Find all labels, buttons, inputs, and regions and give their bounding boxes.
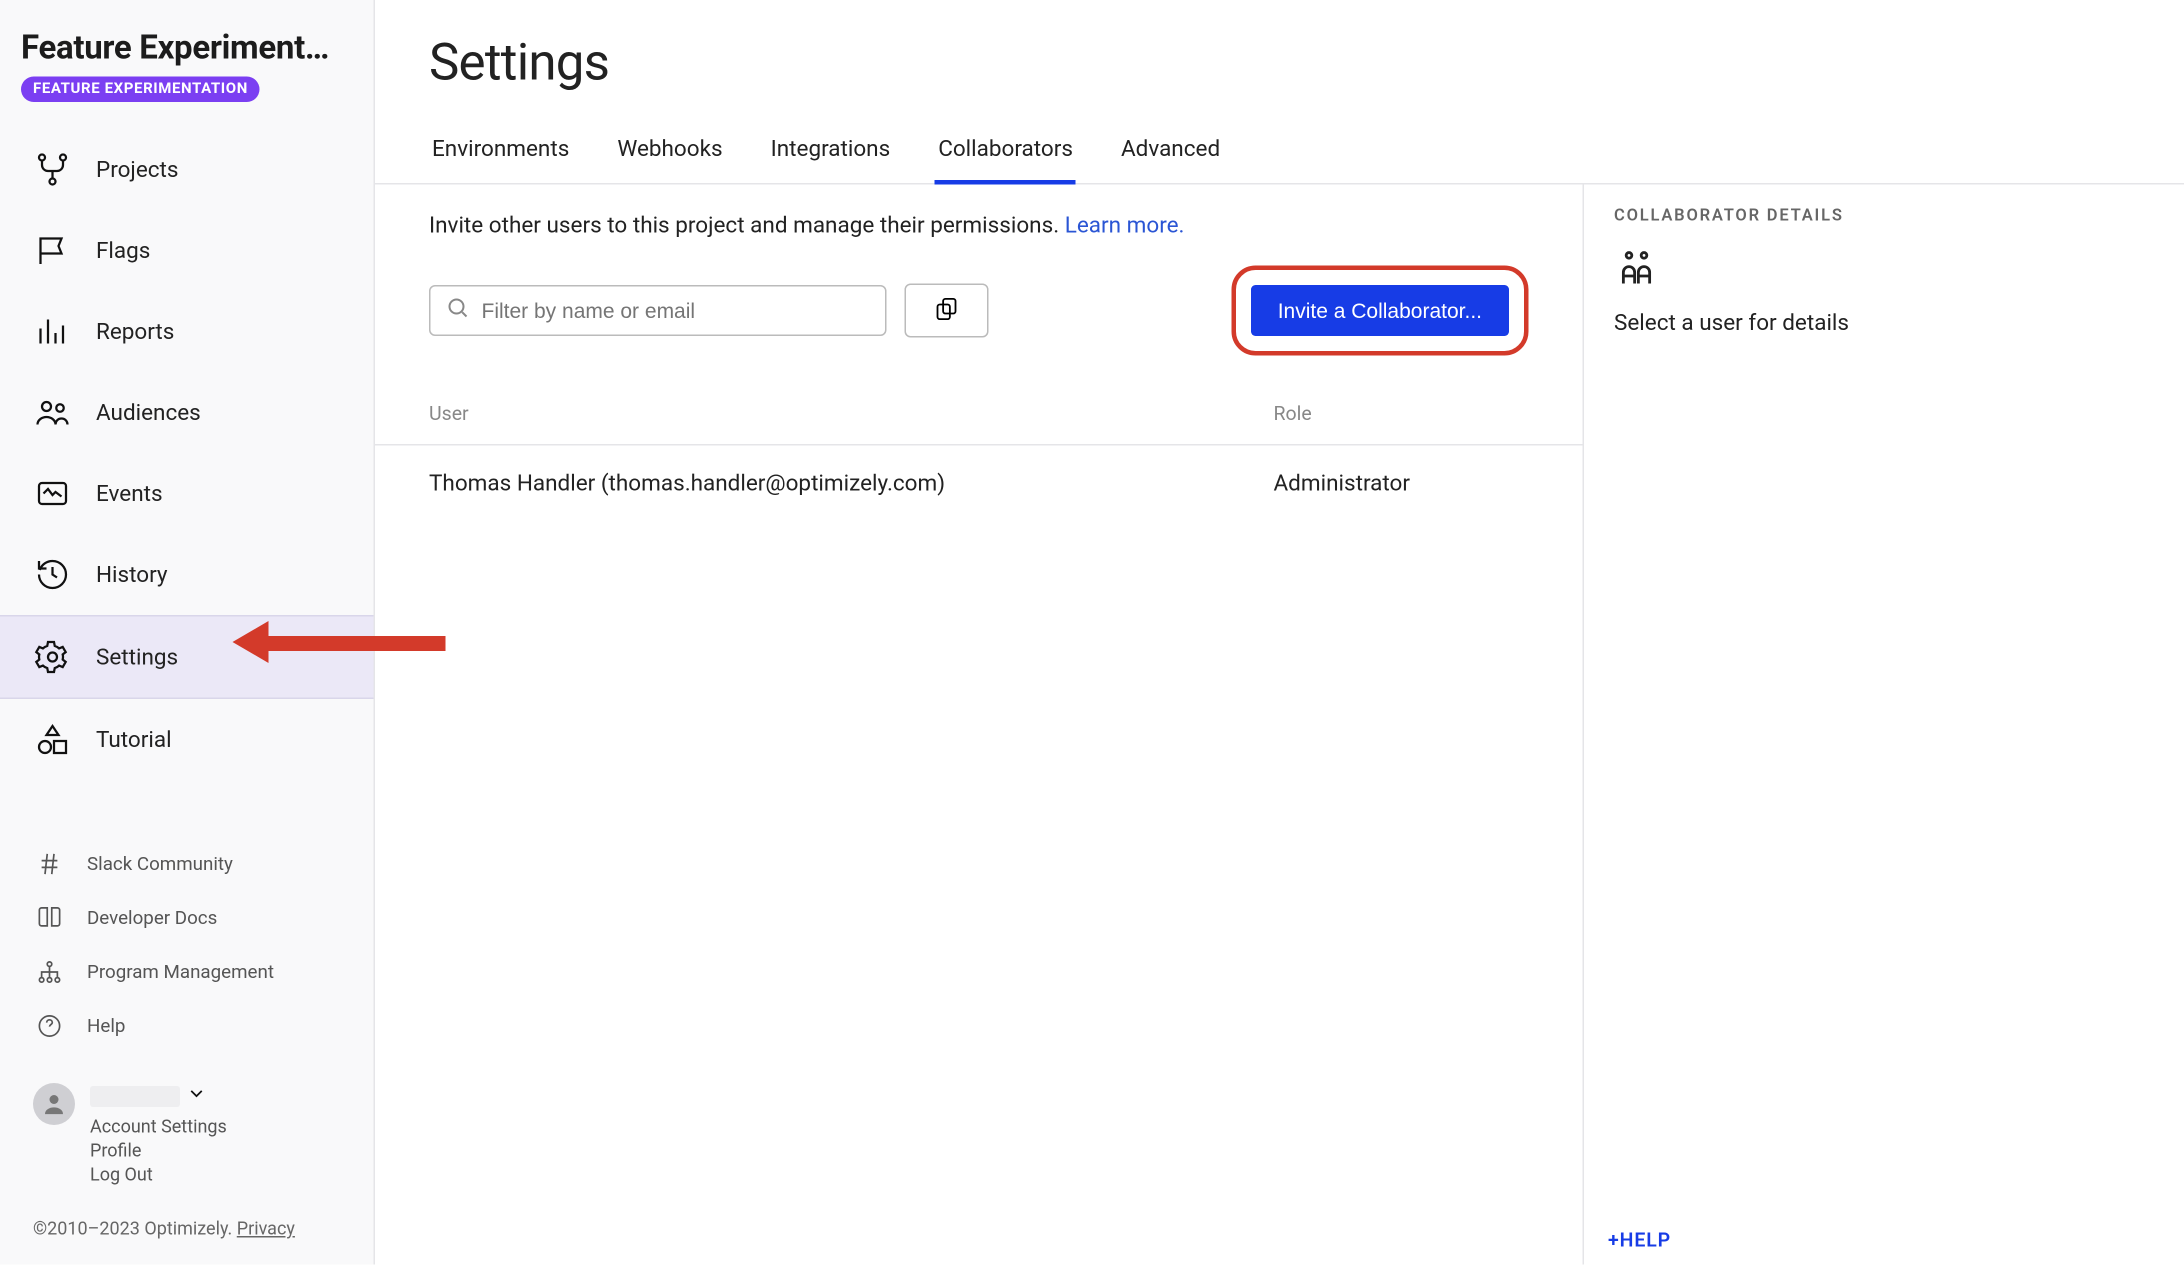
search-input-wrapper[interactable]	[429, 285, 887, 336]
bar-chart-icon	[33, 312, 72, 351]
sidebar-item-tutorial[interactable]: Tutorial	[0, 699, 374, 780]
sidebar-item-label: Events	[96, 480, 163, 507]
hash-icon	[33, 848, 66, 881]
tab-environments[interactable]: Environments	[429, 120, 572, 183]
copyright-text: ©2010–2023 Optimizely.	[33, 1218, 237, 1239]
book-icon	[33, 902, 66, 935]
search-icon	[446, 296, 470, 326]
avatar	[33, 1083, 75, 1125]
sidebar: Feature Experiment… FEATURE EXPERIMENTAT…	[0, 0, 375, 1265]
copy-button[interactable]	[905, 284, 989, 338]
tab-webhooks[interactable]: Webhooks	[614, 120, 725, 183]
learn-more-link[interactable]: Learn more.	[1065, 212, 1185, 239]
copy-icon	[933, 295, 960, 327]
settings-tabs: Environments Webhooks Integrations Colla…	[375, 120, 2184, 185]
brand-block: Feature Experiment… FEATURE EXPERIMENTAT…	[0, 21, 374, 108]
sidebar-item-label: Flags	[96, 237, 150, 264]
cell-role: Administrator	[1274, 470, 1529, 497]
collaborators-section: Invite other users to this project and m…	[375, 185, 1584, 1265]
tab-integrations[interactable]: Integrations	[768, 120, 894, 183]
profile-link[interactable]: Profile	[90, 1140, 227, 1161]
page-title: Settings	[375, 0, 2184, 120]
sidebar-link-label: Program Management	[87, 961, 274, 984]
sidebar-item-label: Tutorial	[96, 726, 172, 753]
people-icon	[1614, 246, 1659, 297]
sidebar-link-program[interactable]: Program Management	[0, 945, 374, 999]
annotation-highlight: Invite a Collaborator...	[1231, 266, 1528, 356]
product-badge: FEATURE EXPERIMENTATION	[21, 77, 260, 103]
sidebar-link-label: Developer Docs	[87, 907, 217, 930]
tab-advanced[interactable]: Advanced	[1118, 120, 1223, 183]
sidebar-item-settings[interactable]: Settings	[0, 615, 374, 699]
branches-icon	[33, 150, 72, 189]
chevron-down-icon	[186, 1083, 207, 1110]
intro-copy: Invite other users to this project and m…	[429, 212, 1065, 239]
sidebar-item-events[interactable]: Events	[0, 453, 374, 534]
col-role: Role	[1274, 404, 1529, 427]
primary-nav: Projects Flags Reports Audiences	[0, 129, 374, 780]
sidebar-link-label: Slack Community	[87, 853, 233, 876]
gear-icon	[33, 638, 72, 677]
user-name	[90, 1086, 180, 1107]
user-block: Account Settings Profile Log Out	[0, 1083, 374, 1185]
history-icon	[33, 555, 72, 594]
sidebar-item-audiences[interactable]: Audiences	[0, 372, 374, 453]
intro-text: Invite other users to this project and m…	[375, 185, 1583, 239]
search-input[interactable]	[482, 299, 871, 323]
sidebar-item-label: Reports	[96, 318, 174, 345]
sidebar-item-history[interactable]: History	[0, 534, 374, 615]
people-icon	[33, 393, 72, 432]
sitemap-icon	[33, 956, 66, 989]
invite-collaborator-button[interactable]: Invite a Collaborator...	[1251, 285, 1509, 336]
secondary-nav: Slack Community Developer Docs Program M…	[0, 837, 374, 1053]
detail-panel: COLLABORATOR DETAILS Select a user for d…	[1584, 185, 2184, 1265]
sidebar-item-flags[interactable]: Flags	[0, 210, 374, 291]
detail-heading: COLLABORATOR DETAILS	[1614, 206, 2154, 226]
sidebar-item-projects[interactable]: Projects	[0, 129, 374, 210]
sidebar-item-label: Settings	[96, 644, 178, 671]
table-row[interactable]: Thomas Handler (thomas.handler@optimizel…	[375, 446, 1583, 521]
sidebar-link-slack[interactable]: Slack Community	[0, 837, 374, 891]
help-widget[interactable]: +HELP	[1608, 1230, 1671, 1253]
toolbar: Invite a Collaborator...	[375, 239, 1583, 386]
flag-icon	[33, 231, 72, 270]
activity-icon	[33, 474, 72, 513]
help-circle-icon	[33, 1010, 66, 1043]
legal-footer: ©2010–2023 Optimizely. Privacy	[0, 1218, 374, 1260]
log-out-link[interactable]: Log Out	[90, 1164, 227, 1185]
project-title: Feature Experiment…	[21, 30, 353, 68]
sidebar-item-reports[interactable]: Reports	[0, 291, 374, 372]
account-settings-link[interactable]: Account Settings	[90, 1116, 227, 1137]
tab-collaborators[interactable]: Collaborators	[935, 120, 1076, 183]
sidebar-link-label: Help	[87, 1015, 125, 1038]
sidebar-link-docs[interactable]: Developer Docs	[0, 891, 374, 945]
shapes-icon	[33, 720, 72, 759]
main-area: Settings Environments Webhooks Integrati…	[375, 0, 2184, 1265]
sidebar-item-label: Audiences	[96, 399, 201, 426]
detail-empty-text: Select a user for details	[1614, 309, 1849, 336]
table-header: User Role	[375, 386, 1583, 446]
sidebar-item-label: Projects	[96, 156, 179, 183]
user-menu-toggle[interactable]	[90, 1083, 227, 1110]
user-menu-links: Account Settings Profile Log Out	[90, 1116, 227, 1185]
cell-user: Thomas Handler (thomas.handler@optimizel…	[429, 470, 1274, 497]
sidebar-link-help[interactable]: Help	[0, 999, 374, 1053]
col-user: User	[429, 404, 1274, 427]
privacy-link[interactable]: Privacy	[237, 1218, 295, 1239]
sidebar-item-label: History	[96, 561, 168, 588]
